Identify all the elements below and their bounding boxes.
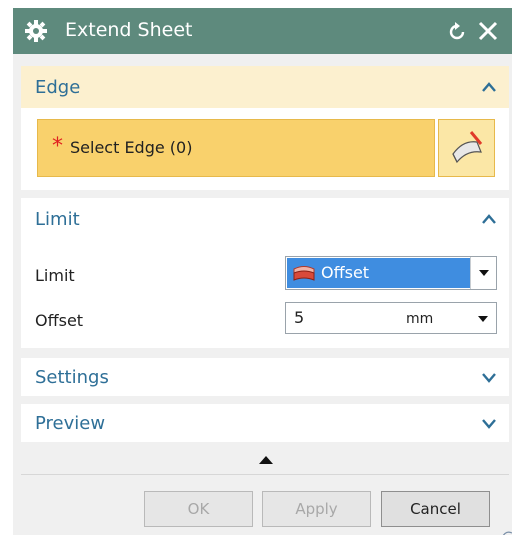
chevron-down-icon[interactable] xyxy=(481,415,497,431)
offset-unit[interactable]: mm xyxy=(406,311,433,327)
required-marker: * xyxy=(52,134,63,159)
edge-section-body: * Select Edge (0) xyxy=(21,108,509,190)
section-header-edge[interactable]: Edge xyxy=(21,66,509,108)
divider xyxy=(21,474,509,475)
select-edge-row[interactable]: * Select Edge (0) xyxy=(37,119,435,177)
select-edge-label: Select Edge (0) xyxy=(70,138,193,157)
offset-value[interactable]: 5 xyxy=(294,308,304,327)
offset-icon xyxy=(293,266,315,281)
reset-icon[interactable] xyxy=(446,21,468,43)
gear-icon[interactable] xyxy=(25,20,47,42)
extend-sheet-dialog: Extend Sheet Edge * Select Edge (0) Limi… xyxy=(13,8,512,535)
section-title-edge: Edge xyxy=(35,76,81,98)
section-header-settings[interactable]: Settings xyxy=(21,358,509,396)
section-title-preview: Preview xyxy=(35,412,106,434)
offset-input[interactable]: 5 mm xyxy=(285,302,497,334)
cancel-button[interactable]: Cancel xyxy=(381,491,490,527)
collapse-more-icon[interactable] xyxy=(259,456,273,464)
limit-value: Offset xyxy=(321,263,370,282)
limit-label: Limit xyxy=(35,266,75,285)
chevron-down-icon xyxy=(479,270,489,276)
select-edge-button[interactable] xyxy=(438,119,495,177)
close-icon[interactable] xyxy=(477,20,499,42)
section-header-limit[interactable]: Limit xyxy=(21,198,509,240)
title-bar[interactable]: Extend Sheet xyxy=(13,8,512,54)
cursor-fragment-icon xyxy=(502,531,512,535)
section-title-limit: Limit xyxy=(35,208,80,230)
select-edge-icon xyxy=(452,131,483,164)
chevron-down-icon xyxy=(478,316,488,322)
ok-button[interactable]: OK xyxy=(144,491,253,527)
chevron-up-icon[interactable] xyxy=(481,211,497,227)
chevron-up-icon[interactable] xyxy=(481,79,497,95)
dialog-title: Extend Sheet xyxy=(65,19,193,41)
limit-select[interactable]: Offset xyxy=(285,256,497,290)
section-header-preview[interactable]: Preview xyxy=(21,404,509,442)
limit-dropdown-arrow[interactable] xyxy=(470,257,496,289)
offset-label: Offset xyxy=(35,311,84,330)
unit-dropdown-arrow[interactable] xyxy=(470,303,496,333)
apply-button[interactable]: Apply xyxy=(262,491,371,527)
chevron-down-icon[interactable] xyxy=(481,369,497,385)
limit-select-value[interactable]: Offset xyxy=(287,258,470,288)
limit-section-body: Limit Offset Offset 5 mm xyxy=(21,240,509,348)
section-title-settings: Settings xyxy=(35,366,109,388)
